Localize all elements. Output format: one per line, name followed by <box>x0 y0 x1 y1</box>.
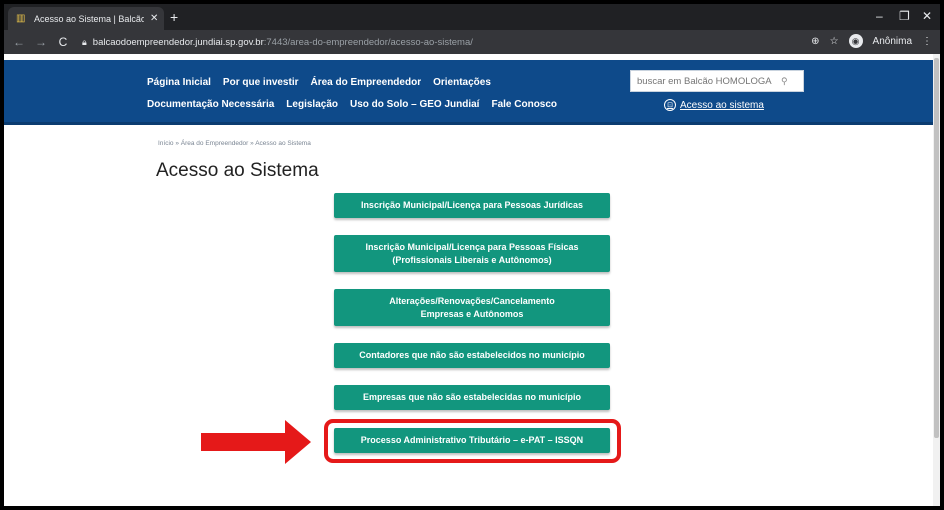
btn-alteracoes[interactable]: Alterações/Renovações/Cancelamento Empre… <box>334 289 610 326</box>
lock-icon[interactable]: 🔒︎ <box>82 37 87 48</box>
maximize-icon[interactable]: ❐ <box>899 9 910 23</box>
btn-contadores[interactable]: Contadores que não são estabelecidos no … <box>334 343 610 368</box>
page-title: Acesso ao Sistema <box>156 160 319 181</box>
header-divider <box>4 122 940 125</box>
star-icon[interactable]: ☆ <box>830 36 839 47</box>
main-nav-row-2: Documentação Necessária Legislação Uso d… <box>147 99 557 110</box>
btn-pessoas-fisicas[interactable]: Inscrição Municipal/Licença para Pessoas… <box>334 235 610 272</box>
btn-label: Alterações/Renovações/Cancelamento <box>389 295 555 306</box>
nav-item-uso-do-solo[interactable]: Uso do Solo – GEO Jundiaí <box>350 99 479 110</box>
main-nav-row-1: Página Inicial Por que investir Área do … <box>147 77 491 88</box>
url-path: :7443/area-do-empreendedor/acesso-ao-sis… <box>263 36 473 48</box>
breadcrumb: Início » Área do Empreendedor » Acesso a… <box>158 140 311 147</box>
nav-item-pagina-inicial[interactable]: Página Inicial <box>147 77 211 88</box>
btn-sublabel: (Profissionais Liberais e Autônomos) <box>392 254 552 265</box>
incognito-icon[interactable]: ◉ <box>848 34 863 48</box>
menu-icon[interactable]: ⋮ <box>922 36 932 47</box>
site-header: Página Inicial Por que investir Área do … <box>4 60 940 122</box>
search-icon[interactable]: ⚲ <box>781 76 788 87</box>
nav-item-orientacoes[interactable]: Orientações <box>433 77 491 88</box>
new-tab-button[interactable]: + <box>170 9 178 25</box>
minimize-icon[interactable]: – <box>876 9 883 23</box>
nav-item-documentacao[interactable]: Documentação Necessária <box>147 99 274 110</box>
tab-strip: ▥ Acesso ao Sistema | Balcão HOM ✕ + – ❐… <box>4 4 940 30</box>
site-favicon-icon: ▥ <box>16 12 26 24</box>
scrollbar-thumb[interactable] <box>934 58 939 438</box>
forward-icon[interactable]: → <box>34 35 48 49</box>
nav-item-fale-conosco[interactable]: Fale Conosco <box>491 99 557 110</box>
address-bar-actions: ⊕ ☆ ◉ Anônima ⋮ <box>811 34 932 48</box>
padlock-icon: ⊡ <box>664 99 676 111</box>
btn-empresas-nao-estabelecidas[interactable]: Empresas que não são estabelecidas no mu… <box>334 385 610 410</box>
tab-close-icon[interactable]: ✕ <box>150 13 158 24</box>
browser-tab[interactable]: ▥ Acesso ao Sistema | Balcão HOM ✕ <box>8 7 164 30</box>
nav-item-por-que-investir[interactable]: Por que investir <box>223 77 299 88</box>
profile-label[interactable]: Anônima <box>873 36 912 47</box>
btn-label: Empresas que não são estabelecidas no mu… <box>362 392 582 402</box>
browser-window: ▥ Acesso ao Sistema | Balcão HOM ✕ + – ❐… <box>0 0 944 510</box>
url-host: balcaodoempreendedor.jundiai.sp.gov.br <box>92 36 264 48</box>
nav-item-legislacao[interactable]: Legislação <box>286 99 338 110</box>
highlight-box <box>324 419 621 463</box>
close-icon[interactable]: ✕ <box>922 9 932 23</box>
search-input[interactable] <box>637 75 777 87</box>
red-arrow-icon <box>201 420 311 464</box>
url-field[interactable]: balcaodoempreendedor.jundiai.sp.gov.br:7… <box>93 37 473 48</box>
tab-title: Acesso ao Sistema | Balcão HOM <box>34 13 144 24</box>
page-scrollbar[interactable] <box>933 54 940 506</box>
address-bar: ← → C 🔒︎ balcaodoempreendedor.jundiai.sp… <box>4 30 940 54</box>
reload-icon[interactable]: C <box>56 35 70 49</box>
page-viewport: Página Inicial Por que investir Área do … <box>4 54 940 506</box>
site-search: ⚲ <box>630 70 804 92</box>
btn-label: Inscrição Municipal/Licença para Pessoas… <box>365 241 579 252</box>
zoom-icon[interactable]: ⊕ <box>811 36 819 47</box>
access-system-link[interactable]: ⊡ Acesso ao sistema <box>664 99 764 111</box>
btn-pessoas-juridicas[interactable]: Inscrição Municipal/Licença para Pessoas… <box>334 193 610 218</box>
btn-sublabel: Empresas e Autônomos <box>420 308 524 319</box>
access-system-label: Acesso ao sistema <box>680 99 764 111</box>
back-icon[interactable]: ← <box>12 35 26 49</box>
nav-item-area-empreendedor[interactable]: Área do Empreendedor <box>311 77 422 88</box>
btn-label: Inscrição Municipal/Licença para Pessoas… <box>360 200 584 210</box>
btn-label: Contadores que não são estabelecidos no … <box>359 350 585 360</box>
